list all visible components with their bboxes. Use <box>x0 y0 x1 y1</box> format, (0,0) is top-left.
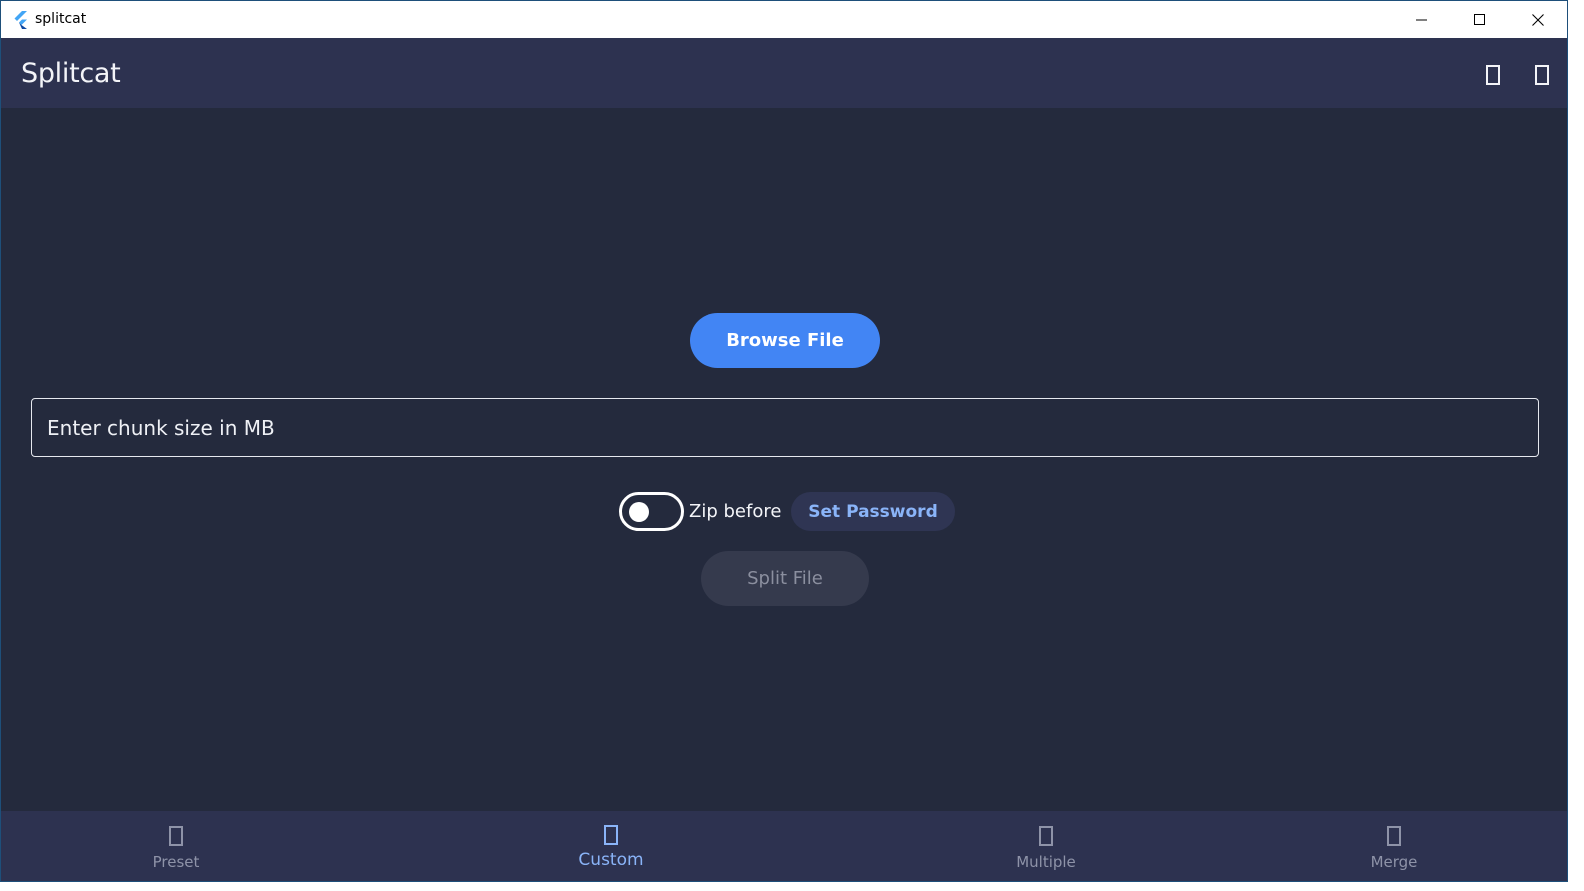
zip-before-toggle[interactable] <box>619 492 684 531</box>
title-bar[interactable]: splitcat <box>1 1 1567 38</box>
window-title: splitcat <box>35 11 87 27</box>
missing-glyph-icon <box>1535 65 1549 85</box>
nav-item-merge[interactable]: Merge <box>1354 811 1434 881</box>
chunk-size-field <box>31 398 1539 457</box>
maximize-icon <box>1474 13 1485 25</box>
nav-label-preset: Preset <box>152 853 200 871</box>
app-title: Splitcat <box>21 58 121 89</box>
nav-label-merge: Merge <box>1370 853 1418 871</box>
close-icon <box>1532 13 1544 26</box>
main-content: Browse File Zip before Set Password Spli… <box>1 108 1567 811</box>
set-password-button[interactable]: Set Password <box>791 492 955 531</box>
nav-label-multiple: Multiple <box>1016 853 1076 871</box>
appbar-action-button-2[interactable] <box>1530 62 1554 88</box>
close-button[interactable] <box>1509 1 1567 38</box>
nav-item-custom[interactable]: Custom <box>571 811 651 881</box>
flutter-logo-icon <box>14 11 27 29</box>
minimize-button[interactable] <box>1393 1 1451 38</box>
bottom-navigation: Preset Custom Multiple Merge <box>1 811 1567 881</box>
minimize-icon <box>1416 19 1427 20</box>
nav-label-custom: Custom <box>578 850 644 870</box>
zip-before-label: Zip before <box>689 501 782 522</box>
nav-item-multiple[interactable]: Multiple <box>1006 811 1086 881</box>
app-bar: Splitcat <box>1 38 1567 108</box>
browse-file-button[interactable]: Browse File <box>690 313 880 368</box>
nav-item-preset[interactable]: Preset <box>136 811 216 881</box>
toggle-knob <box>629 502 649 522</box>
missing-glyph-icon <box>169 826 183 846</box>
appbar-action-button-1[interactable] <box>1481 62 1505 88</box>
missing-glyph-icon <box>1039 826 1053 846</box>
maximize-button[interactable] <box>1451 1 1509 38</box>
split-file-button[interactable]: Split File <box>701 551 869 606</box>
app-window: splitcat Splitcat Browse File Zip before… <box>0 0 1568 882</box>
chunk-size-input[interactable] <box>32 399 1538 456</box>
missing-glyph-icon <box>1387 826 1401 846</box>
missing-glyph-icon <box>1486 65 1500 85</box>
missing-glyph-icon <box>604 825 618 845</box>
